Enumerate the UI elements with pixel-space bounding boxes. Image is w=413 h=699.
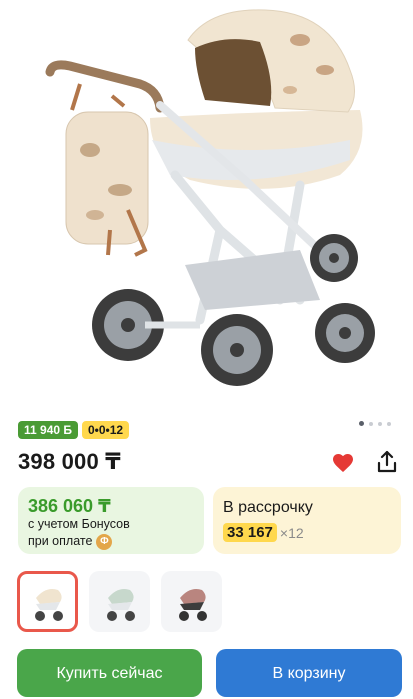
bonus-price: 386 060 ₸ (28, 496, 111, 516)
thumb-beige[interactable] (17, 571, 78, 632)
installment-card[interactable]: В рассрочку 33 167 ×12 (213, 487, 401, 554)
gallery-dot (369, 421, 373, 426)
buy-now-button[interactable]: Купить сейчас (17, 649, 202, 697)
installment-badge: 0•0•12 (82, 421, 130, 439)
gallery-dots (359, 421, 391, 426)
product-price: 398 000 ₸ (18, 449, 121, 474)
thumb-pink[interactable] (161, 571, 222, 632)
heart-icon (333, 454, 353, 472)
stroller-thumb-icon (106, 588, 135, 621)
thumb-mint[interactable] (89, 571, 150, 632)
favorite-button[interactable] (331, 451, 355, 475)
stroller-illustration (45, 9, 375, 386)
bonus-note-line1: с учетом Бонусов (28, 517, 130, 531)
share-button[interactable] (374, 449, 400, 475)
installment-title: В рассрочку (223, 499, 313, 516)
bonus-badge: 11 940 Б (18, 421, 78, 439)
badges: 11 940 Б 0•0•12 (18, 421, 130, 439)
stroller-thumb-icon (34, 588, 63, 621)
bonus-price-card[interactable]: 386 060 ₸ с учетом Бонусов при оплате Ф (18, 487, 204, 554)
bonus-note-line2: при оплате Ф (28, 533, 194, 550)
product-image[interactable] (0, 0, 413, 405)
gallery-dot-active (359, 421, 364, 426)
installment-amount: 33 167 (223, 523, 277, 542)
share-icon (377, 450, 397, 473)
bonus-note-text: при оплате (28, 534, 93, 548)
gallery-dot (387, 421, 391, 426)
add-to-cart-button[interactable]: В корзину (216, 649, 402, 697)
bonus-chip-icon: Ф (96, 533, 113, 550)
gallery-dot (378, 421, 382, 426)
installment-multiplier: ×12 (279, 524, 304, 541)
stroller-thumb-icon (178, 588, 207, 621)
installment-row: 33 167 ×12 (223, 523, 391, 542)
thumbnail-strip (17, 571, 222, 632)
